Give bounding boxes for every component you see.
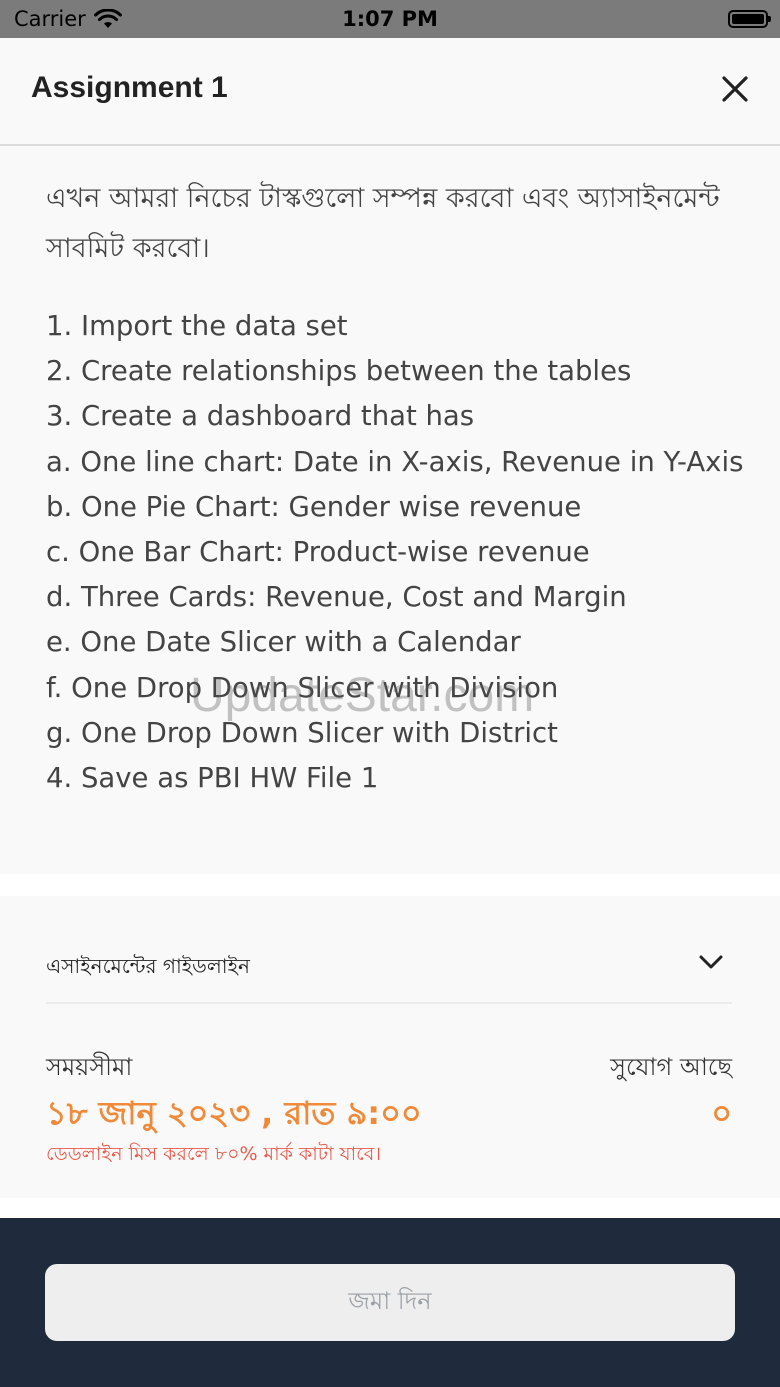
page-title: Assignment 1 — [31, 71, 228, 104]
battery-icon — [728, 10, 771, 28]
deadline-value: ১৮ জানু ২০২৩ , রাত ৯:০০ — [46, 1094, 422, 1132]
chance-label: সুযোগ আছে — [610, 1053, 732, 1081]
submit-button[interactable]: জমা দিন — [45, 1264, 735, 1341]
task-item: b. One Pie Chart: Gender wise revenue — [46, 490, 582, 523]
modal-header: Assignment 1 — [0, 38, 780, 146]
divider — [0, 1198, 780, 1218]
clock: 1:07 PM — [342, 7, 438, 31]
chance-value: ০ — [711, 1094, 732, 1132]
intro-text: এখন আমরা নিচের টাস্কগুলো সম্পন্ন করবো এব… — [46, 183, 720, 264]
task-item: e. One Date Slicer with a Calendar — [46, 626, 521, 659]
task-item: f. One Drop Down Slicer with Division — [46, 671, 559, 704]
task-item: c. One Bar Chart: Product-wise revenue — [46, 536, 590, 569]
task-item: 1. Import the data set — [46, 310, 348, 342]
task-item: a. One line chart: Date in X-axis, Reven… — [46, 445, 744, 478]
guideline-accordion[interactable]: এসাইনমেন্টের গাইডলাইন — [46, 924, 732, 1004]
close-icon — [722, 76, 748, 102]
deadline-warning: ডেডলাইন মিস করলে ৮০% মার্ক কাটা যাবে। — [46, 1143, 382, 1165]
task-list: 1. Import the data set 2. Create relatio… — [46, 304, 746, 801]
status-bar: Carrier 1:07 PM — [0, 0, 780, 38]
footer-bar: জমা দিন — [0, 1218, 780, 1387]
chevron-down-icon — [698, 954, 724, 974]
task-item: g. One Drop Down Slicer with District — [46, 716, 558, 749]
task-item: 2. Create relationships between the tabl… — [46, 355, 632, 388]
guideline-label: এসাইনমেন্টের গাইডলাইন — [46, 954, 250, 978]
task-item: d. Three Cards: Revenue, Cost and Margin — [46, 581, 627, 614]
task-item: 3. Create a dashboard that has — [46, 400, 475, 433]
close-button[interactable] — [718, 72, 752, 106]
assignment-description: এখন আমরা নিচের টাস্কগুলো সম্পন্ন করবো এব… — [0, 146, 780, 874]
deadline-label: সময়সীমা — [46, 1053, 133, 1081]
task-item: 4. Save as PBI HW File 1 — [46, 762, 379, 795]
assignment-info-card: এসাইনমেন্টের গাইডলাইন সময়সীমা সুযোগ আছে… — [0, 896, 780, 1198]
divider — [0, 874, 780, 896]
